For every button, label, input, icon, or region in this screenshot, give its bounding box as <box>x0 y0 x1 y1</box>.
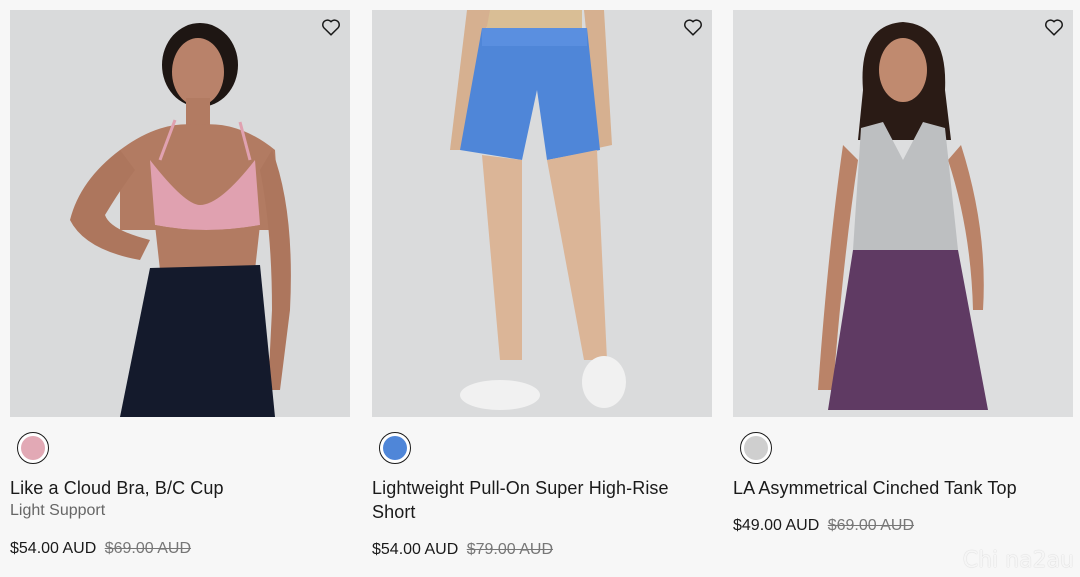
sale-price: $54.00 AUD <box>372 541 459 558</box>
product-name[interactable]: LA Asymmetrical Cinched Tank Top <box>733 476 1068 500</box>
product-image[interactable] <box>10 10 350 417</box>
model-photo-tank <box>733 10 1073 417</box>
sale-price: $54.00 AUD <box>10 540 97 557</box>
price-row: $54.00 AUD $79.00 AUD <box>372 541 553 559</box>
product-image[interactable] <box>733 10 1073 417</box>
price-row: $54.00 AUD $69.00 AUD <box>10 540 191 558</box>
product-image[interactable] <box>372 10 712 417</box>
watermark: Chi na2au <box>962 548 1074 573</box>
model-photo-shorts <box>372 10 712 417</box>
color-swatch-fill <box>744 436 768 460</box>
color-swatch-fill <box>21 436 45 460</box>
sale-price: $49.00 AUD <box>733 517 820 534</box>
original-price: $69.00 AUD <box>827 517 915 534</box>
product-name[interactable]: Like a Cloud Bra, B/C Cup <box>10 476 345 500</box>
color-swatch[interactable] <box>740 432 772 464</box>
product-subtitle: Light Support <box>10 502 106 519</box>
product-card[interactable]: LA Asymmetrical Cinched Tank Top $49.00 … <box>733 10 1073 534</box>
product-card[interactable]: Lightweight Pull-On Super High-Rise Shor… <box>372 10 712 558</box>
product-grid: Like a Cloud Bra, B/C Cup Light Support … <box>0 0 1080 577</box>
heart-outline-icon[interactable] <box>1043 16 1065 38</box>
product-name[interactable]: Lightweight Pull-On Super High-Rise Shor… <box>372 476 707 524</box>
color-swatch[interactable] <box>17 432 49 464</box>
color-swatch[interactable] <box>379 432 411 464</box>
product-card[interactable]: Like a Cloud Bra, B/C Cup Light Support … <box>10 10 350 557</box>
color-swatch-fill <box>383 436 407 460</box>
original-price: $69.00 AUD <box>104 540 192 557</box>
model-photo-bra <box>10 10 350 417</box>
heart-outline-icon[interactable] <box>320 16 342 38</box>
heart-outline-icon[interactable] <box>682 16 704 38</box>
price-row: $49.00 AUD $69.00 AUD <box>733 517 914 535</box>
original-price: $79.00 AUD <box>466 541 554 558</box>
